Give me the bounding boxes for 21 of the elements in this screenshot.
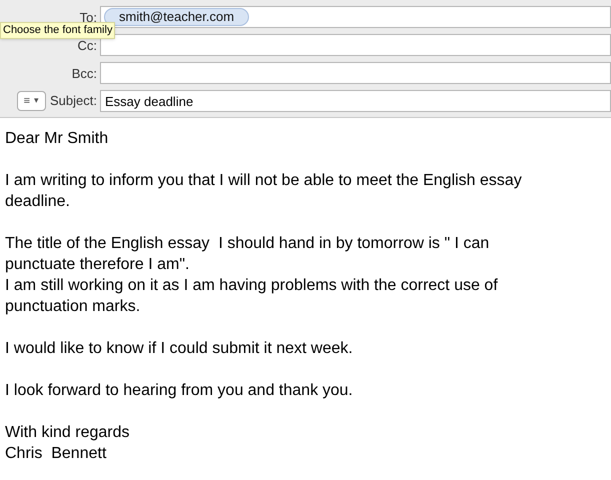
recipient-token[interactable]: smith@teacher.com	[104, 8, 250, 26]
field-label: Subject:	[50, 92, 97, 110]
address-field[interactable]	[100, 34, 611, 56]
format-button[interactable]: ≡ ▾	[16, 91, 46, 111]
message-text: With kind regards	[5, 423, 130, 443]
message-text: punctuate therefore I am".	[5, 255, 190, 275]
message-text: Chris Bennett	[5, 444, 108, 464]
field-label: Bcc:	[70, 66, 98, 80]
field-label: To:	[78, 10, 98, 24]
message-text: I am still working on it as I am having problems with the correct use of	[5, 276, 499, 296]
message-text: I look forward to hearing from you and thank you.	[5, 381, 354, 401]
message-text: I would like to know if I could submit it next week.	[5, 339, 354, 359]
message-text: The title of the English essay I should hand in by tomorrow is " I can	[5, 234, 490, 254]
message-text: punctuation marks.	[5, 297, 142, 317]
message-text: I am writing to inform you that I will not be able to meet the English essay	[5, 171, 523, 191]
tooltip: Choose the font family	[0, 22, 116, 39]
address-field[interactable]	[100, 62, 611, 84]
message-text: deadline.	[5, 192, 71, 212]
field-label: Cc:	[76, 38, 98, 52]
subject-field[interactable]: Essay deadline	[100, 90, 611, 112]
message-text: Dear Mr Smith	[5, 129, 110, 149]
